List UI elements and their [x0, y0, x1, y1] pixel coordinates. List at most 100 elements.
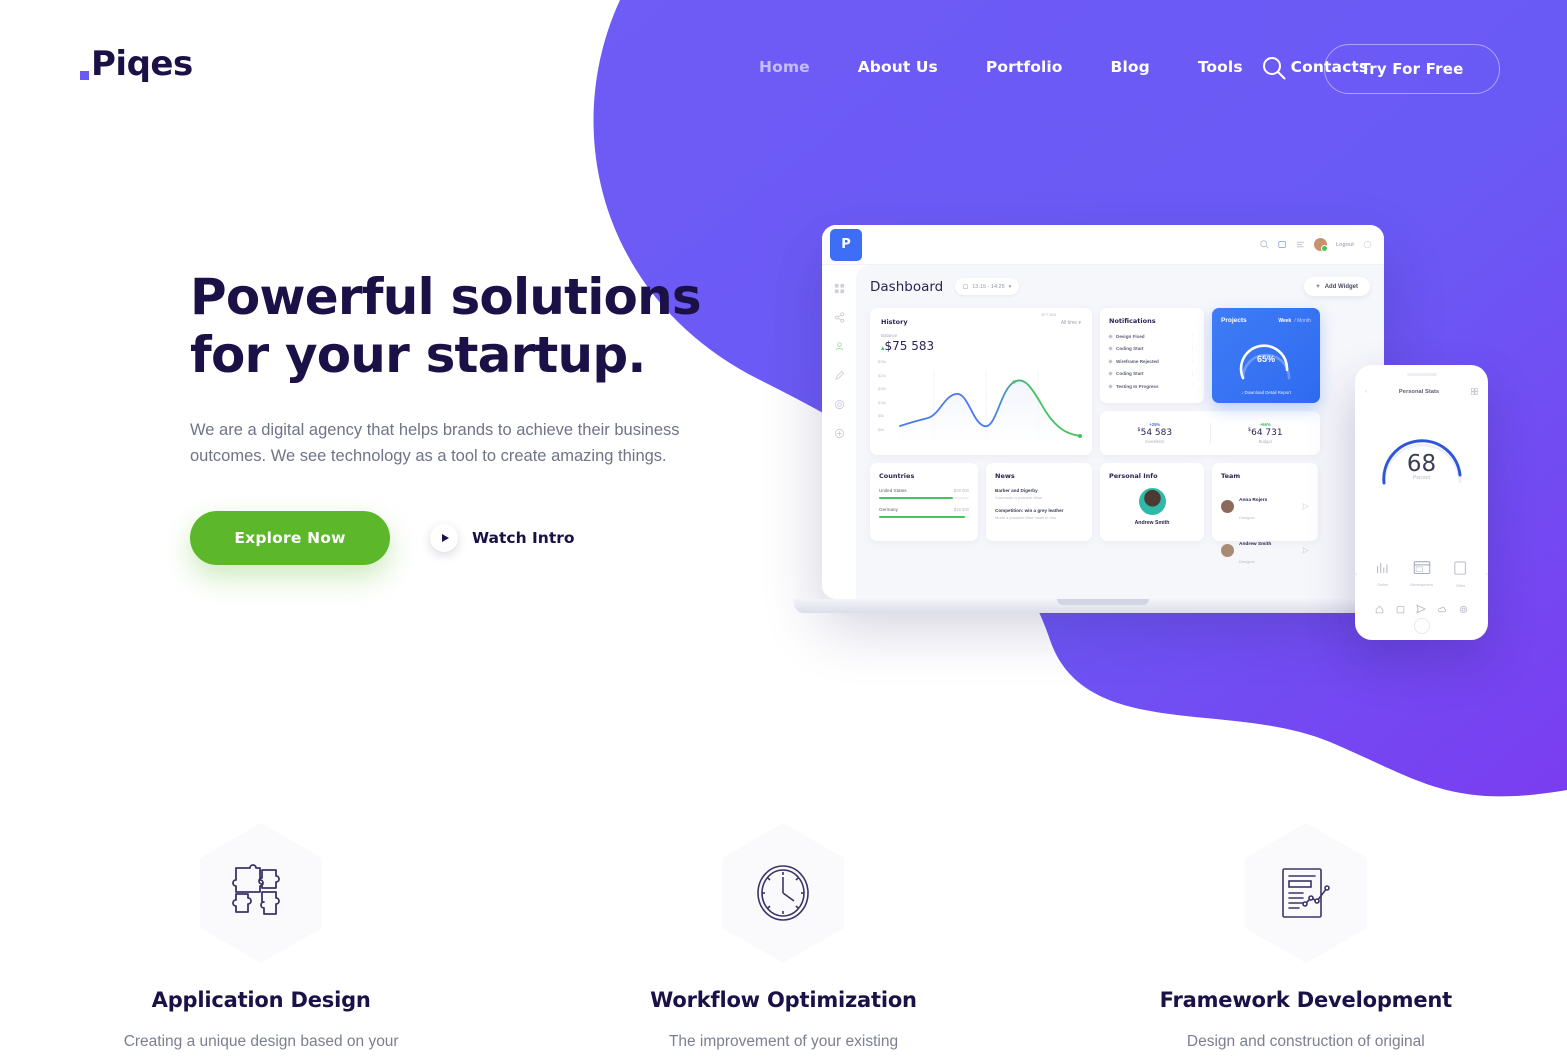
feature-description: Creating a unique design based on your — [123, 1033, 399, 1050]
more-icon[interactable]: ⋮ — [1190, 383, 1195, 389]
send-icon[interactable] — [1416, 604, 1427, 614]
nav-item-home[interactable]: Home — [735, 52, 834, 82]
avatar[interactable] — [1313, 238, 1328, 252]
cloud-icon[interactable] — [1438, 605, 1447, 614]
phone-home-button[interactable] — [1413, 618, 1430, 634]
table-row[interactable]: Andrew Smith Designer — [1221, 532, 1309, 568]
chevron-right-icon[interactable]: › — [1486, 572, 1488, 578]
calendar-icon[interactable] — [1396, 605, 1405, 614]
more-icon[interactable]: ⋮ — [1190, 333, 1195, 339]
phone-gauge: 68 Percent — [1355, 411, 1488, 491]
y-tick: $25k — [878, 360, 886, 364]
logo[interactable]: Piqes — [80, 44, 193, 84]
list-item[interactable]: Design Fixed ⋮ — [1108, 333, 1195, 339]
news-headline: Competition: win a grey leather — [995, 508, 1064, 513]
download-report-link[interactable]: ↓ Download Detail Report — [1212, 390, 1320, 395]
play-icon — [430, 524, 458, 553]
logout-label[interactable]: Logout — [1336, 242, 1354, 248]
home-icon[interactable] — [1375, 605, 1384, 614]
list-item[interactable]: Coding Start ⋮ — [1108, 346, 1195, 352]
gear-icon[interactable] — [834, 399, 845, 410]
page-icon — [1454, 561, 1466, 575]
history-line-chart: $25k $20k $15k $10k $5k $0k — [878, 360, 1086, 446]
nav-item-about-us[interactable]: About Us — [834, 52, 962, 82]
grid-icon[interactable] — [834, 283, 845, 294]
history-card: History All time ▾ Balance ▴$75 583 $77 … — [870, 308, 1092, 455]
chevron-left-icon[interactable]: ‹ — [1355, 572, 1357, 578]
landing-page: Piqes Home About Us Portfolio Blog Tools… — [0, 0, 1567, 1057]
date-range-picker[interactable]: 13:15 - 14:25 ▾ — [955, 278, 1020, 295]
dashboard-screen: P Logout Dashboard 13:15 - 14:25 ▾ + Add… — [822, 225, 1384, 599]
phone-tab-label: Development — [1410, 583, 1433, 587]
news-headline: Barber and Digerby — [995, 488, 1038, 493]
dashboard-logo: P — [830, 228, 862, 261]
notification-label: Wireframe Rejected — [1116, 358, 1159, 364]
grid-icon[interactable] — [1471, 388, 1478, 395]
more-icon[interactable]: ⋮ — [1190, 358, 1195, 364]
phone-tab-other[interactable]: Other — [1447, 561, 1474, 588]
projects-tab-week[interactable]: Week — [1278, 318, 1291, 324]
notification-label: Testing In Progress — [1116, 383, 1159, 389]
bullet-icon — [1108, 383, 1113, 389]
try-for-free-button[interactable]: Try For Free — [1324, 44, 1500, 94]
table-row[interactable]: Anna Rojers Designer — [1221, 488, 1309, 524]
bullet-icon — [1108, 333, 1113, 339]
download-report-label: Download Detail Report — [1244, 390, 1291, 395]
list-item[interactable]: Coding Start ⋮ — [1108, 371, 1195, 377]
dashboard-title: Dashboard — [870, 278, 944, 295]
feature-icon-wrap — [1241, 820, 1371, 966]
team-title: Team — [1221, 472, 1241, 480]
send-icon[interactable] — [1302, 502, 1309, 510]
more-icon[interactable]: ⋮ — [1190, 371, 1195, 377]
gear-icon[interactable] — [1459, 605, 1468, 614]
power-icon[interactable] — [1363, 240, 1372, 249]
history-amount: $75 583 — [884, 339, 935, 353]
nav-item-tools[interactable]: Tools — [1174, 52, 1267, 82]
list-item[interactable]: Barber and Digerby Commodo a posuere vit… — [995, 488, 1083, 500]
team-card: Team Anna Rojers Designer Andrew Smith D… — [1212, 463, 1318, 564]
progress-bar — [879, 516, 969, 518]
phone-tab-label: Other — [1455, 584, 1466, 588]
search-button[interactable] — [1256, 50, 1292, 86]
watch-intro-button[interactable]: Watch Intro — [416, 524, 575, 553]
notification-label: Design Fixed — [1116, 333, 1145, 339]
list-item[interactable]: Competition: win a grey leather Morbi a … — [995, 508, 1083, 520]
country-value: $29 000 — [953, 488, 969, 493]
list-item[interactable]: Wireframe Rejected ⋮ — [1108, 358, 1195, 364]
projects-tab-month[interactable]: / Month — [1294, 318, 1311, 324]
edit-icon[interactable] — [834, 370, 845, 381]
device-mockups: P Logout Dashboard 13:15 - 14:25 ▾ + Add… — [760, 215, 1520, 640]
bullet-icon — [1108, 358, 1113, 364]
phone-bottom-nav — [1355, 604, 1488, 614]
dashboard-topbar-actions: Logout — [1260, 238, 1372, 252]
feature-title: Framework Development — [1159, 988, 1452, 1012]
stat-label: Investition — [1145, 439, 1165, 444]
dashboard-header-row: Dashboard 13:15 - 14:25 ▾ + Add Widget — [870, 277, 1370, 296]
message-icon[interactable] — [1278, 240, 1287, 249]
laptop-notch — [1057, 599, 1149, 605]
add-widget-button[interactable]: + Add Widget — [1304, 277, 1370, 296]
phone-tab-development[interactable]: Development — [1408, 561, 1435, 587]
main-navigation: Home About Us Portfolio Blog Tools Conta… — [735, 52, 1392, 82]
window-icon — [1413, 561, 1430, 574]
news-title: News — [995, 472, 1015, 480]
phone-tab-online[interactable]: Online — [1369, 561, 1396, 587]
list-item[interactable]: Testing In Progress ⋮ — [1108, 383, 1195, 389]
chart-y-axis: $25k $20k $15k $10k $5k $0k — [878, 360, 896, 441]
search-icon[interactable] — [1260, 240, 1269, 249]
share-icon[interactable] — [834, 312, 845, 323]
more-icon[interactable]: ⋮ — [1190, 346, 1195, 352]
explore-now-button[interactable]: Explore Now — [190, 511, 390, 566]
notifications-title: Notifications — [1109, 317, 1156, 325]
nav-item-blog[interactable]: Blog — [1087, 52, 1174, 82]
phone-mockup: ‹ Personal Stats 68 Percent ‹ Online Dev… — [1355, 365, 1488, 640]
history-filter[interactable]: All time ▾ — [1061, 320, 1081, 326]
history-balance-label: Balance — [881, 333, 898, 338]
history-title: History — [881, 318, 908, 326]
add-icon[interactable] — [834, 428, 845, 439]
list-icon[interactable] — [1296, 240, 1305, 249]
send-icon[interactable] — [1302, 546, 1309, 554]
chart-bars-icon — [1376, 562, 1387, 574]
nav-item-portfolio[interactable]: Portfolio — [962, 52, 1087, 82]
user-icon[interactable] — [834, 341, 845, 352]
